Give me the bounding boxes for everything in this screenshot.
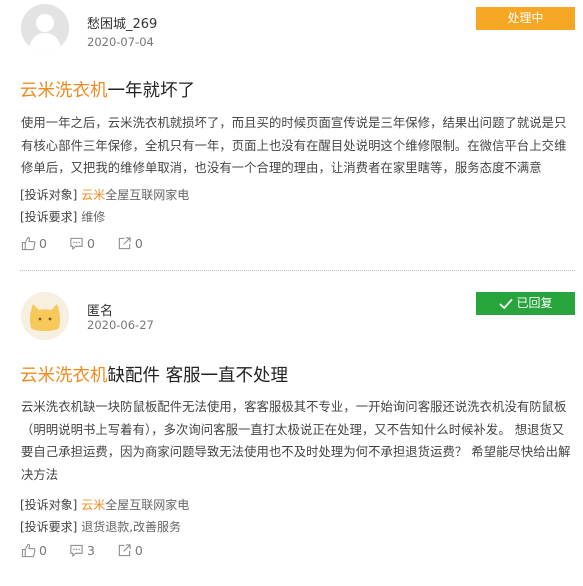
action-bar: 0 3 0 [21, 543, 165, 558]
share-button[interactable]: 0 [117, 236, 143, 251]
username[interactable]: 匿名 [87, 300, 113, 319]
share-icon [118, 544, 131, 557]
status-badge: 已回复 [476, 292, 575, 315]
title-text: 一年就坏了 [107, 81, 196, 101]
like-count: 0 [39, 543, 47, 558]
share-icon [118, 237, 131, 250]
target-label: [投诉对象] [20, 498, 78, 512]
status-label: 处理中 [507, 11, 544, 25]
like-button[interactable]: 0 [21, 236, 47, 251]
complaint-target: [投诉对象] 云米全屋互联网家电 [20, 496, 189, 513]
complaint-title[interactable]: 云米洗衣机缺配件 客服一直不处理 [20, 362, 288, 387]
thumbs-up-icon [21, 236, 36, 251]
comment-button[interactable]: 0 [69, 236, 95, 251]
comment-count: 0 [86, 236, 95, 251]
target-value: 全屋互联网家电 [105, 188, 190, 202]
request-label: [投诉要求] [20, 210, 78, 224]
complaint-request: [投诉要求] 退货退款,改善服务 [20, 518, 181, 535]
share-count: 0 [134, 236, 143, 251]
complaint-body: 云米洗衣机缺一块防鼠板配件无法使用，客客服极其不专业，一开始询问客服还说洗衣机没… [21, 400, 571, 482]
cat-avatar-icon [21, 292, 69, 340]
target-value: 全屋互联网家电 [105, 498, 190, 512]
comment-icon [70, 237, 83, 250]
request-value: 维修 [81, 210, 106, 224]
thumbs-up-icon [21, 543, 36, 558]
checkmark-icon [498, 296, 514, 312]
avatar[interactable] [21, 292, 69, 340]
complaint-card: 匿名 2020-06-27 已回复 云米洗衣机缺配件 客服一直不处理 云米洗衣机… [0, 280, 583, 586]
complaint-body: 使用一年之后，云米洗衣机就损坏了，而且买的时候页面宣传说是三年保修，结果出问题了… [21, 116, 567, 176]
target-brand-link[interactable]: 云米 [81, 188, 105, 202]
comment-icon [70, 544, 83, 557]
post-date: 2020-07-04 [87, 35, 154, 49]
target-label: [投诉对象] [20, 188, 78, 202]
like-button[interactable]: 0 [21, 543, 47, 558]
request-value: 退货退款,改善服务 [81, 520, 182, 534]
avatar[interactable] [21, 4, 69, 52]
complaint-request: [投诉要求] 维修 [20, 208, 105, 225]
complaint-card: 愁困城_269 2020-07-04 处理中 云米洗衣机一年就坏了 使用一年之后… [0, 0, 583, 272]
request-label: [投诉要求] [20, 520, 78, 534]
complaint-target: [投诉对象] 云米全屋互联网家电 [20, 186, 189, 203]
comment-button[interactable]: 3 [69, 543, 95, 558]
title-text: 缺配件 客服一直不处理 [107, 366, 289, 386]
comment-count: 3 [86, 543, 95, 558]
status-badge: 处理中 [476, 7, 575, 30]
share-count: 0 [134, 543, 143, 558]
username[interactable]: 愁困城_269 [87, 13, 157, 32]
default-user-icon [21, 4, 69, 52]
title-brand-link[interactable]: 云米洗衣机 [20, 366, 108, 386]
divider [20, 270, 575, 271]
action-bar: 0 0 0 [21, 236, 165, 251]
post-date: 2020-06-27 [87, 318, 154, 332]
share-button[interactable]: 0 [117, 543, 143, 558]
like-count: 0 [39, 236, 47, 251]
complaint-title[interactable]: 云米洗衣机一年就坏了 [20, 77, 195, 102]
target-brand-link[interactable]: 云米 [81, 498, 105, 512]
title-brand-link[interactable]: 云米洗衣机 [20, 81, 108, 101]
status-label: 已回复 [516, 296, 553, 310]
